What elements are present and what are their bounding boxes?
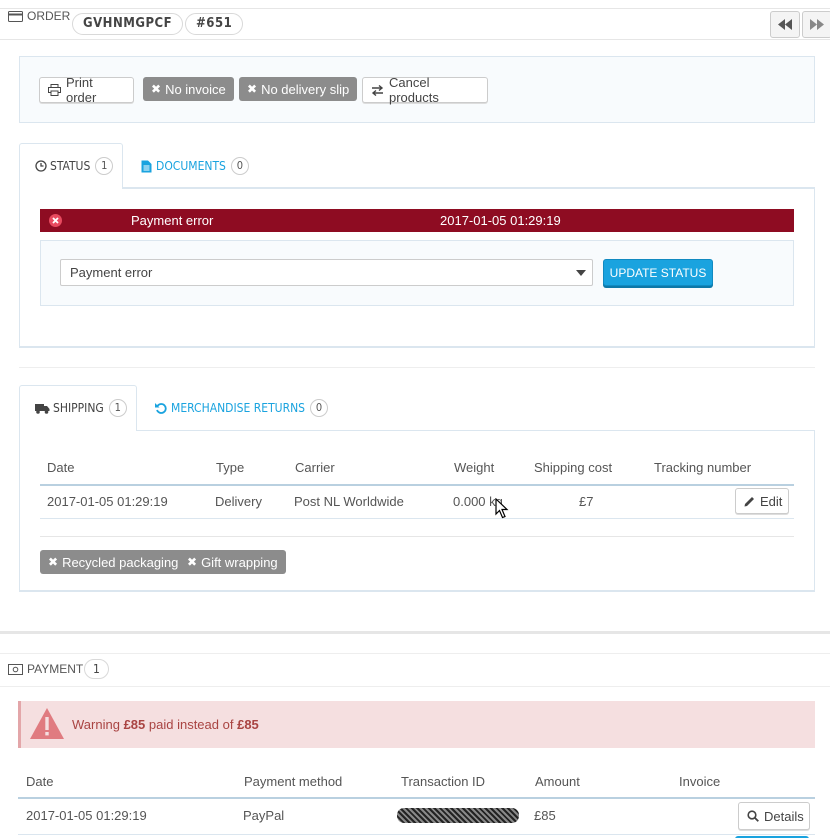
warning-expected-amount: £85 <box>237 717 259 732</box>
print-order-label: Print order <box>66 75 97 105</box>
column-header-carrier: Carrier <box>295 460 335 475</box>
order-title: ORDER <box>8 9 70 23</box>
payment-row-divider <box>18 834 815 835</box>
times-icon: ✖ <box>48 555 59 569</box>
truck-icon <box>35 403 53 414</box>
status-history-date: 2017-01-05 01:29:19 <box>440 213 561 228</box>
column-header-weight: Weight <box>454 460 495 475</box>
status-history-name: Payment error <box>131 213 214 228</box>
tab-merchandise-returns[interactable]: MERCHANDISE RETURNS 0 <box>155 399 329 417</box>
payment-header-transaction-id: Transaction ID <box>401 774 486 789</box>
payment-header-date: Date <box>26 774 54 789</box>
column-header-tracking-number: Tracking number <box>654 460 752 475</box>
column-header-date: Date <box>47 460 75 475</box>
shipping-type: Delivery <box>215 494 262 509</box>
print-order-button[interactable]: Print order <box>39 75 134 105</box>
backward-icon <box>778 19 792 30</box>
previous-order-button[interactable] <box>770 11 800 38</box>
warning-middle-text: paid instead of <box>148 717 234 732</box>
no-invoice-label: No invoice <box>165 81 226 97</box>
status-history-row: Payment error 2017-01-05 01:29:19 <box>40 209 794 232</box>
table-footer-divider <box>40 536 794 537</box>
returns-tab-text: MERCHANDISE RETURNS <box>171 401 306 415</box>
next-order-button[interactable] <box>802 11 830 38</box>
no-delivery-slip-button[interactable]: ✖ No delivery slip <box>239 77 358 101</box>
times-icon: ✖ <box>151 82 162 96</box>
section-divider <box>0 631 830 634</box>
file-icon <box>141 160 156 173</box>
no-delivery-slip-label: No delivery slip <box>261 81 350 97</box>
recycled-packaging-label: Recycled packaging <box>62 554 179 570</box>
payment-header-method: Payment method <box>244 774 343 789</box>
no-invoice-button[interactable]: ✖ No invoice <box>143 77 234 101</box>
forward-icon <box>810 19 824 30</box>
order-reference: GVHNMGPCF <box>72 13 184 35</box>
shipping-carrier: Post NL Worldwide <box>294 494 404 509</box>
undo-icon <box>155 402 171 414</box>
payment-header-amount: Amount <box>535 774 580 789</box>
error-icon <box>49 214 62 227</box>
status-count-badge: 1 <box>95 157 114 175</box>
cancel-products-button[interactable]: Cancel products <box>362 75 488 105</box>
payment-header-invoice: Invoice <box>679 774 721 789</box>
payment-details-button[interactable]: Details <box>738 802 810 830</box>
tab-shipping-label[interactable]: SHIPPING 1 <box>35 399 127 417</box>
mouse-cursor-icon <box>495 498 509 519</box>
column-header-type: Type <box>216 460 245 475</box>
recycled-packaging-button[interactable]: ✖ Recycled packaging <box>40 550 187 574</box>
tab-status-label[interactable]: STATUS 1 <box>35 157 114 175</box>
credit-card-icon <box>8 10 27 22</box>
cancel-products-label: Cancel products <box>389 75 439 105</box>
order-number: #651 <box>185 13 244 35</box>
transaction-id-redacted <box>397 808 519 823</box>
payment-date: 2017-01-05 01:29:19 <box>26 808 147 823</box>
table-header-divider <box>40 484 794 486</box>
gift-wrapping-button[interactable]: ✖ Gift wrapping <box>179 550 286 574</box>
payment-title-text: PAYMENT <box>27 662 84 676</box>
details-label: Details <box>764 808 804 824</box>
table-row-divider <box>40 518 794 519</box>
update-status-button[interactable]: UPDATE STATUS <box>603 259 713 286</box>
shipping-cost: £7 <box>579 494 594 509</box>
search-icon <box>747 810 764 822</box>
times-icon: ✖ <box>247 82 258 96</box>
warning-icon <box>29 707 65 740</box>
documents-tab-text: DOCUMENTS <box>156 159 226 173</box>
documents-count-badge: 0 <box>230 157 249 175</box>
section-divider <box>19 367 815 368</box>
shipping-tab-text: SHIPPING <box>53 401 104 415</box>
caret-down-icon <box>576 270 586 276</box>
payment-top-border <box>0 653 830 654</box>
payment-title: PAYMENT <box>8 662 83 676</box>
shipping-count-badge: 1 <box>108 399 127 417</box>
order-title-text: ORDER <box>27 9 71 23</box>
status-tab-text: STATUS <box>50 159 91 173</box>
tab-underline <box>19 187 815 188</box>
column-header-shipping-cost: Shipping cost <box>534 460 613 475</box>
warning-paid-amount: £85 <box>123 717 146 732</box>
money-icon <box>8 663 27 675</box>
gift-wrapping-label: Gift wrapping <box>201 554 278 570</box>
exchange-icon <box>371 84 389 96</box>
warning-prefix: Warning <box>72 717 120 732</box>
shipping-date: 2017-01-05 01:29:19 <box>47 494 168 509</box>
payment-header-border <box>0 686 830 687</box>
edit-label: Edit <box>760 493 783 509</box>
status-select-value: Payment error <box>70 265 153 280</box>
tab-documents[interactable]: DOCUMENTS 0 <box>141 157 249 175</box>
returns-count-badge: 0 <box>310 399 329 417</box>
payment-amount: £85 <box>534 808 556 823</box>
status-select[interactable]: Payment error <box>60 259 593 286</box>
printer-icon <box>48 84 66 96</box>
payment-warning-alert: Warning £85 paid instead of £85 <box>18 701 815 748</box>
payment-table-divider <box>18 797 815 799</box>
edit-shipping-button[interactable]: Edit <box>735 488 789 514</box>
clock-icon <box>35 160 50 172</box>
times-icon: ✖ <box>187 555 198 569</box>
payment-count-badge: 1 <box>84 659 110 679</box>
pencil-icon <box>744 496 760 507</box>
payment-method: PayPal <box>243 808 285 823</box>
payment-warning-text: Warning £85 paid instead of £85 <box>72 717 259 732</box>
